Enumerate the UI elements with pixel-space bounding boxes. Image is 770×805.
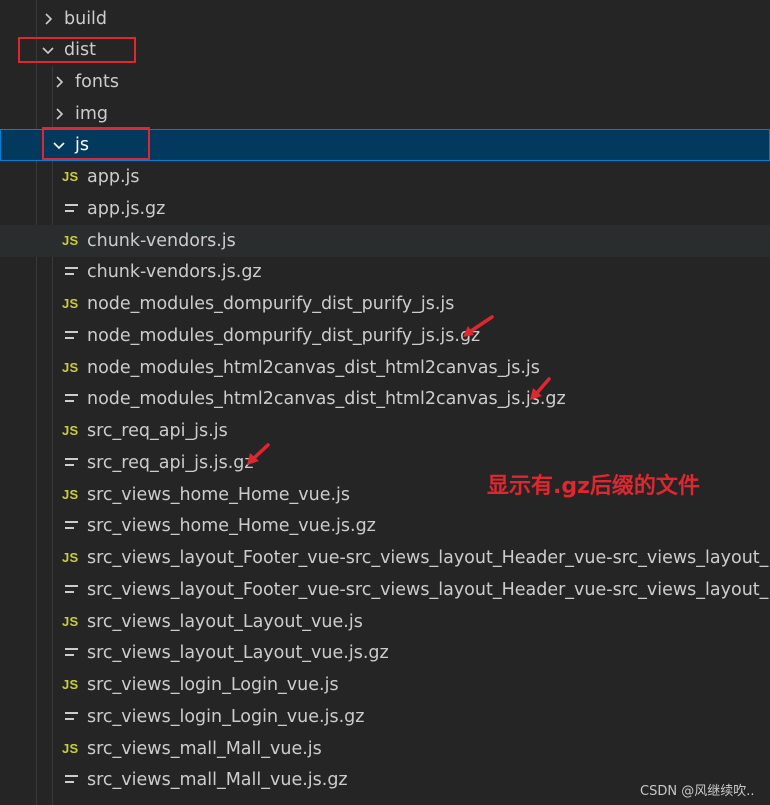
- js-file-icon: JS: [62, 550, 79, 565]
- folder-row-js[interactable]: js: [0, 129, 770, 161]
- file-label: src_views_mall_Mall_vue.js.gz: [87, 770, 348, 790]
- file-label: src_views_home_Home_vue.js: [87, 485, 351, 505]
- text-file-icon: [65, 521, 78, 529]
- js-file-icon: JS: [62, 677, 79, 692]
- file-label: node_modules_dompurify_dist_purify_js.js: [87, 294, 455, 314]
- file-row[interactable]: app.js.gz: [0, 193, 770, 225]
- file-label: src_views_login_Login_vue.js.gz: [87, 707, 365, 727]
- js-file-icon: JS: [62, 487, 79, 502]
- js-file-icon: JS: [62, 614, 79, 629]
- file-row[interactable]: JS src_views_layout_Footer_vue-src_views_…: [0, 542, 770, 574]
- file-row[interactable]: JS src_views_mall_Mall_vue.js: [0, 733, 770, 765]
- file-row[interactable]: src_views_layout_Layout_vue.js.gz: [0, 637, 770, 669]
- text-file-icon: [65, 458, 78, 466]
- text-file-icon: [65, 648, 78, 656]
- annotation-text: 显示有.gz后缀的文件: [487, 474, 700, 499]
- file-label: app.js.gz: [87, 199, 166, 219]
- js-file-icon: JS: [62, 360, 79, 375]
- file-label: node_modules_dompurify_dist_purify_js.js…: [87, 326, 481, 346]
- file-label: src_views_layout_Footer_vue-src_views_la…: [87, 548, 770, 568]
- file-row[interactable]: JS node_modules_dompurify_dist_purify_js.…: [0, 288, 770, 320]
- file-row[interactable]: JS app.js: [0, 161, 770, 193]
- chevron-right-icon: [45, 13, 53, 25]
- text-file-icon: [65, 712, 78, 720]
- folder-row-dist[interactable]: dist: [0, 34, 770, 66]
- file-label: src_views_login_Login_vue.js: [87, 675, 339, 695]
- chevron-down-icon: [42, 47, 54, 55]
- file-label: chunk-vendors.js.gz: [87, 262, 262, 282]
- file-label: node_modules_html2canvas_dist_html2canva…: [87, 358, 540, 378]
- folder-row-img[interactable]: img: [0, 98, 770, 130]
- file-label: src_views_layout_Layout_vue.js: [87, 612, 363, 632]
- text-file-icon: [65, 394, 78, 402]
- js-file-icon: JS: [62, 233, 79, 248]
- file-label: src_views_layout_Footer_vue-src_views_la…: [87, 580, 770, 600]
- text-file-icon: [65, 585, 78, 593]
- partial-row: [40, 798, 160, 805]
- js-file-icon: JS: [62, 423, 79, 438]
- file-row[interactable]: node_modules_dompurify_dist_purify_js.js…: [0, 320, 770, 352]
- folder-row-build[interactable]: build: [0, 3, 770, 35]
- file-row[interactable]: JS src_views_layout_Layout_vue.js: [0, 606, 770, 638]
- file-explorer: build dist fonts img js JS app.js app.js.g…: [0, 0, 770, 805]
- chevron-down-icon: [53, 142, 65, 150]
- file-label: src_views_home_Home_vue.js.gz: [87, 516, 376, 536]
- file-label: chunk-vendors.js: [87, 231, 236, 251]
- file-row[interactable]: src_views_login_Login_vue.js.gz: [0, 701, 770, 733]
- file-row[interactable]: chunk-vendors.js.gz: [0, 256, 770, 288]
- watermark: CSDN @风继续吹..: [640, 784, 755, 799]
- file-row[interactable]: JS node_modules_html2canvas_dist_html2can…: [0, 352, 770, 384]
- file-row[interactable]: src_views_home_Home_vue.js.gz: [0, 510, 770, 542]
- js-file-icon: JS: [62, 741, 79, 756]
- chevron-right-icon: [56, 108, 64, 120]
- file-label: src_views_layout_Layout_vue.js.gz: [87, 643, 389, 663]
- file-row[interactable]: src_views_layout_Footer_vue-src_views_la…: [0, 574, 770, 606]
- js-file-icon: JS: [62, 296, 79, 311]
- js-file-icon: JS: [62, 169, 79, 184]
- file-row[interactable]: JS src_req_api_js.js: [0, 415, 770, 447]
- file-row[interactable]: JS chunk-vendors.js: [0, 225, 770, 257]
- chevron-right-icon: [56, 76, 64, 88]
- folder-label: img: [75, 104, 109, 124]
- file-label: node_modules_html2canvas_dist_html2canva…: [87, 389, 566, 409]
- file-row[interactable]: JS src_views_login_Login_vue.js: [0, 669, 770, 701]
- text-file-icon: [65, 331, 78, 339]
- folder-label: js: [75, 135, 89, 155]
- text-file-icon: [65, 775, 78, 783]
- file-label: src_req_api_js.js: [87, 421, 228, 441]
- file-label: app.js: [87, 167, 140, 187]
- file-row[interactable]: node_modules_html2canvas_dist_html2canva…: [0, 383, 770, 415]
- file-label: src_views_mall_Mall_vue.js: [87, 739, 322, 759]
- folder-label: fonts: [75, 72, 119, 92]
- folder-row-fonts[interactable]: fonts: [0, 66, 770, 98]
- folder-label: dist: [64, 40, 96, 60]
- file-label: src_req_api_js.js.gz: [87, 453, 254, 473]
- text-file-icon: [65, 204, 78, 212]
- text-file-icon: [65, 267, 78, 275]
- folder-label: build: [64, 9, 108, 29]
